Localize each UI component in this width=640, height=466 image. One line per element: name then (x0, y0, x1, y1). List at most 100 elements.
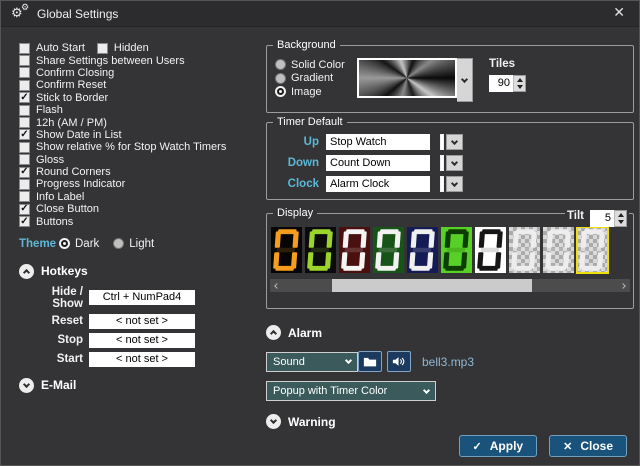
checkbox[interactable] (19, 178, 30, 190)
checkbox[interactable]: ✓ (19, 129, 30, 141)
checkbox[interactable] (19, 104, 30, 116)
checkbox[interactable] (19, 191, 30, 203)
checkbox[interactable] (19, 141, 30, 153)
hotkey-value-field[interactable]: < not set > (89, 332, 195, 348)
expand-down-icon[interactable] (19, 377, 34, 393)
checkbox-item[interactable]: ✓ Close Button (19, 203, 99, 215)
timer-type-field[interactable]: Alarm Clock (326, 176, 430, 192)
spin-down-icon[interactable] (516, 84, 523, 89)
timer-type-field[interactable]: Count Down (326, 155, 430, 171)
timer-color-combo[interactable] (440, 155, 463, 171)
timer-color-combo[interactable] (440, 134, 463, 150)
digit-style-tile[interactable] (271, 227, 302, 273)
tiles-spinner-arrows[interactable] (513, 75, 526, 92)
color-swatch-box[interactable] (440, 134, 444, 150)
digit-style-tile[interactable] (475, 227, 506, 273)
checkbox[interactable]: ✓ (19, 216, 30, 228)
checkbox-item[interactable]: Confirm Closing (19, 67, 114, 79)
timer-color-combo[interactable] (440, 176, 463, 192)
apply-button[interactable]: ✓ Apply (458, 435, 538, 457)
hotkeys-header[interactable]: Hotkeys (19, 263, 263, 279)
checkbox-item[interactable]: Hidden (96, 42, 149, 54)
background-option[interactable]: Image (275, 85, 357, 99)
color-swatch-box[interactable] (440, 176, 444, 192)
alarm-popup-select[interactable]: Popup with Timer Color (266, 381, 436, 401)
checkbox[interactable]: ✓ (19, 92, 30, 104)
checkbox[interactable] (19, 154, 30, 166)
hotkey-value-field[interactable]: Ctrl + NumPad4 (89, 290, 195, 306)
checkbox-item[interactable]: ✓ Round Corners (19, 166, 111, 178)
digit-style-tile[interactable] (339, 227, 370, 273)
background-preview-dropdown-button[interactable] (457, 58, 473, 102)
collapse-up-icon[interactable] (19, 263, 34, 279)
scroll-right-icon[interactable] (616, 279, 630, 292)
theme-option[interactable]: Light (113, 238, 154, 250)
checkbox[interactable] (19, 67, 30, 79)
color-dropdown-button[interactable] (446, 134, 463, 150)
checkbox-item[interactable]: ✓ Stick to Border (19, 92, 108, 104)
titlebar-close-icon[interactable]: ✕ (613, 4, 625, 21)
digit-style-tile[interactable] (373, 227, 404, 273)
checkbox[interactable] (96, 42, 108, 54)
background-radio[interactable] (275, 86, 286, 98)
theme-radio[interactable] (113, 238, 125, 250)
checkbox-item[interactable]: 12h (AM / PM) (19, 117, 107, 129)
theme-option[interactable]: Dark (59, 238, 99, 250)
hotkey-value-field[interactable]: < not set > (89, 313, 195, 329)
left-options-column: Auto Start Hidden Share Settings between U… (19, 42, 263, 393)
close-button[interactable]: ✕ Close (549, 435, 627, 457)
collapse-up-icon[interactable] (266, 325, 281, 340)
checkbox-item[interactable]: Auto Start (19, 42, 85, 54)
speaker-icon (392, 357, 405, 366)
timer-type-field[interactable]: Stop Watch (326, 134, 430, 150)
checkbox[interactable]: ✓ (19, 166, 30, 178)
checkbox[interactable] (19, 79, 30, 91)
checkbox[interactable] (19, 55, 30, 67)
scroll-left-icon[interactable] (270, 279, 284, 292)
digit-style-tile[interactable] (509, 227, 540, 273)
background-option[interactable]: Gradient (275, 72, 357, 86)
theme-radio[interactable] (59, 238, 70, 250)
digit-style-tile[interactable] (305, 227, 336, 273)
checkbox-item[interactable]: Show relative % for Stop Watch Timers (19, 141, 226, 153)
digit-style-tile[interactable] (441, 227, 472, 273)
tiles-value[interactable]: 90 (489, 75, 513, 92)
checkbox[interactable] (19, 117, 30, 129)
checkbox-item[interactable]: Confirm Reset (19, 79, 106, 91)
checkbox-item[interactable]: Share Settings between Users (19, 55, 185, 67)
digit-style-tile[interactable] (407, 227, 438, 273)
background-radio[interactable] (275, 72, 286, 84)
tilt-spinner-arrows[interactable] (614, 210, 627, 227)
browse-sound-button[interactable] (358, 351, 382, 372)
spin-down-icon[interactable] (617, 219, 624, 224)
tilt-value[interactable]: 5 (590, 210, 614, 227)
alarm-sound-select[interactable]: Sound (266, 351, 358, 372)
digit-style-tile[interactable] (576, 226, 609, 274)
checkbox-item[interactable]: Gloss (19, 154, 64, 166)
hotkey-value-field[interactable]: < not set > (89, 351, 195, 367)
warning-header[interactable]: Warning (266, 414, 634, 429)
color-dropdown-button[interactable] (446, 176, 463, 192)
background-image-preview[interactable] (357, 58, 457, 98)
checkbox-item[interactable]: Flash (19, 104, 63, 116)
color-dropdown-button[interactable] (446, 155, 463, 171)
checkbox-item[interactable]: Progress Indicator (19, 178, 125, 190)
color-swatch-box[interactable] (440, 155, 444, 171)
background-radio[interactable] (275, 59, 286, 71)
background-option[interactable]: Solid Color (275, 58, 357, 72)
checkbox[interactable] (19, 42, 30, 54)
play-sound-button[interactable] (387, 351, 411, 372)
expand-down-icon[interactable] (266, 414, 281, 429)
digit-style-tile[interactable] (543, 227, 574, 273)
display-scrollbar[interactable] (270, 279, 630, 292)
scrollbar-thumb[interactable] (332, 279, 532, 292)
spin-up-icon[interactable] (516, 78, 523, 83)
email-header[interactable]: E-Mail (19, 377, 263, 393)
alarm-sound-file[interactable]: bell3.mp3 (422, 355, 474, 369)
checkbox-item[interactable]: Info Label (19, 191, 84, 203)
checkbox[interactable]: ✓ (19, 203, 30, 215)
spin-up-icon[interactable] (617, 213, 624, 218)
checkbox-item[interactable]: ✓ Buttons (19, 216, 73, 228)
checkbox-item[interactable]: ✓ Show Date in List (19, 129, 122, 141)
alarm-header[interactable]: Alarm (266, 325, 634, 340)
